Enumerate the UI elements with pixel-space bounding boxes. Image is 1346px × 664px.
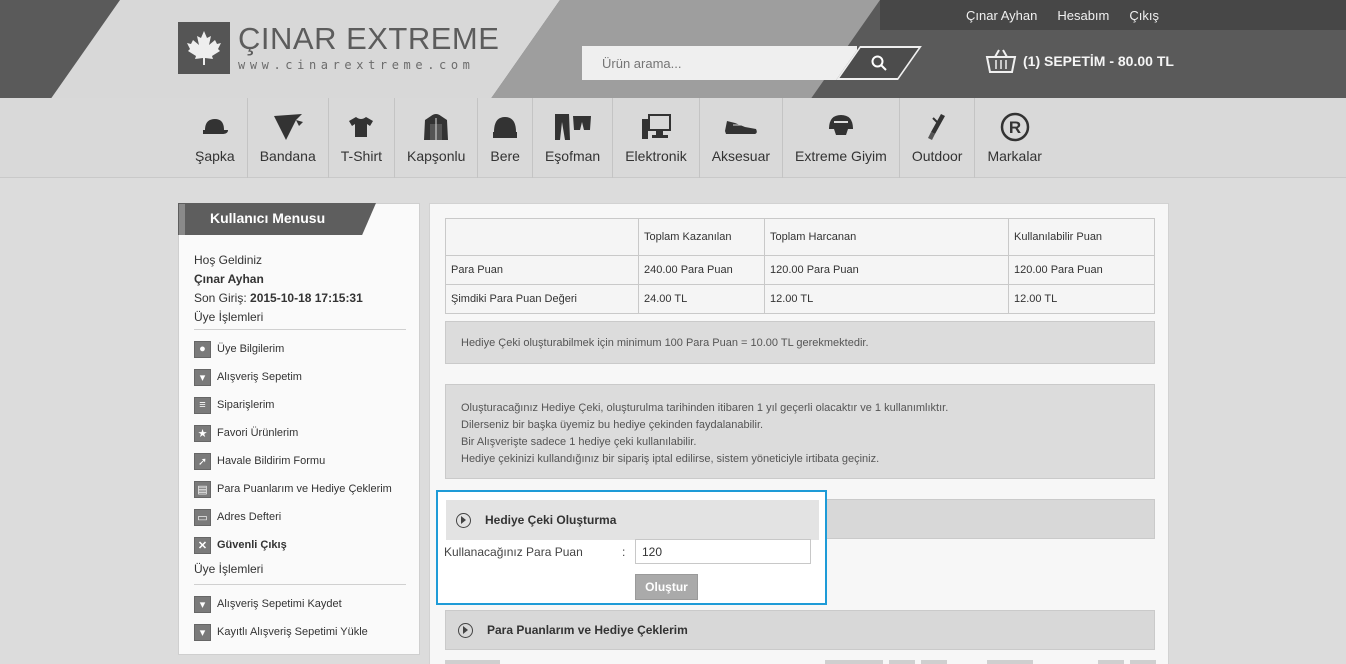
cart-label: (1) SEPETİM - 80.00 TL (1023, 53, 1174, 69)
bandana-icon (272, 110, 304, 144)
table-cell: 120.00 Para Puan (764, 255, 1009, 285)
points-section-header[interactable]: Para Puanlarım ve Hediye Çeklerim (445, 610, 1155, 650)
menu-item-sepet-kaydet[interactable]: ▾ Alışveriş Sepetimi Kaydet (194, 590, 368, 618)
category-bandana[interactable]: Bandana (248, 98, 329, 178)
points-table: Toplam Kazanılan Toplam Harcanan Kullanı… (445, 218, 1155, 314)
minimum-info-box: Hediye Çeki oluşturabilmek için minimum … (445, 321, 1155, 364)
menu-item-adres-defteri[interactable]: ▭ Adres Defteri (194, 503, 392, 531)
tracksuit-icon (553, 110, 593, 144)
category-tshirt[interactable]: T-Shirt (329, 98, 395, 178)
user-icon: ● (194, 340, 211, 358)
maple-leaf-icon (178, 22, 230, 74)
brand-subtitle: www.cinarextreme.com (238, 58, 475, 72)
user-menu-list-2: ▾ Alışveriş Sepetimi Kaydet ▾ Kayıtlı Alış… (194, 590, 368, 646)
category-elektronik[interactable]: Elektronik (613, 98, 700, 178)
header: ÇINAR EXTREME www.cinarextreme.com Çınar… (0, 0, 1346, 98)
search-bar (582, 46, 922, 80)
menu-item-uye-bilgilerim[interactable]: ● Üye Bilgilerim (194, 335, 392, 363)
table-cell: 12.00 TL (1008, 284, 1155, 314)
section-heading-2: Üye İşlemleri (194, 562, 264, 576)
create-voucher-button[interactable]: Oluştur (635, 574, 698, 600)
last-login-value: 2015-10-18 17:15:31 (250, 291, 363, 305)
close-icon: ✕ (194, 536, 211, 554)
registered-icon: R (1000, 110, 1030, 144)
basket-load-icon: ▾ (194, 623, 211, 641)
gift-voucher-form: Hediye Çeki Oluşturma Kullanacağınız Par… (436, 490, 827, 605)
last-login-label: Son Giriş: (194, 291, 247, 305)
table-header (445, 218, 639, 256)
hoodie-icon (422, 110, 450, 144)
menu-item-guvenli-cikis[interactable]: ✕ Güvenli Çıkış (194, 531, 392, 559)
category-markalar[interactable]: R Markalar (975, 98, 1053, 178)
search-icon (871, 55, 887, 71)
user-menu: Kullanıcı Menusu Hoş Geldiniz Çınar Ayha… (178, 203, 420, 655)
section-heading: Üye İşlemleri (194, 310, 264, 324)
tshirt-icon (347, 110, 375, 144)
address-book-icon: ▭ (194, 508, 211, 526)
table-cell: Şimdiki Para Puan Değeri (445, 284, 639, 314)
category-outdoor[interactable]: Outdoor (900, 98, 976, 178)
expand-icon (458, 622, 473, 638)
category-bere[interactable]: Bere (478, 98, 533, 178)
menu-item-sepet-yukle[interactable]: ▾ Kayıtlı Alışveriş Sepetimi Yükle (194, 618, 368, 646)
basket-icon (985, 49, 1017, 73)
user-menu-title: Kullanıcı Menusu (178, 203, 376, 235)
search-input[interactable] (582, 46, 857, 80)
basket-save-icon: ▾ (194, 595, 211, 613)
computer-icon (640, 110, 672, 144)
gift-form-header[interactable]: Hediye Çeki Oluşturma (446, 500, 819, 540)
table-row: Para Puan 240.00 Para Puan 120.00 Para P… (445, 255, 1155, 285)
table-header: Toplam Kazanılan (638, 218, 765, 256)
beanie-icon (491, 110, 519, 144)
svg-text:R: R (1009, 118, 1021, 137)
gift-info-box: Oluşturacağınız Hediye Çeki, oluşturulma… (445, 384, 1155, 479)
table-header-row: Toplam Kazanılan Toplam Harcanan Kullanı… (445, 218, 1155, 256)
menu-item-siparislerim[interactable]: ≡ Siparişlerim (194, 391, 392, 419)
cap-icon (200, 110, 230, 144)
menu-item-havale-bildirim[interactable]: ➚ Havale Bildirim Formu (194, 447, 392, 475)
shoe-icon (723, 110, 759, 144)
table-cell: 240.00 Para Puan (638, 255, 765, 285)
menu-item-favori-urunlerim[interactable]: ★ Favori Ürünlerim (194, 419, 392, 447)
category-sapka[interactable]: Şapka (183, 98, 248, 178)
points-input[interactable] (635, 539, 811, 564)
points-field-label: Kullanacağınız Para Puan (444, 545, 583, 559)
user-info: Hoş Geldiniz Çınar Ayhan Son Giriş: 2015… (194, 251, 363, 327)
category-aksesuar[interactable]: Aksesuar (700, 98, 784, 178)
user-link[interactable]: Çınar Ayhan (966, 8, 1037, 23)
account-link[interactable]: Hesabım (1057, 8, 1109, 23)
brand-title: ÇINAR EXTREME (238, 21, 500, 56)
user-name: Çınar Ayhan (194, 272, 264, 286)
arrow-icon: ➚ (194, 452, 211, 470)
menu-item-alisveris-sepetim[interactable]: ▾ Alışveriş Sepetim (194, 363, 392, 391)
knife-icon (925, 110, 949, 144)
table-cell: 24.00 TL (638, 284, 765, 314)
top-links: Çınar Ayhan Hesabım Çıkış (966, 8, 1159, 23)
table-cell: 120.00 Para Puan (1008, 255, 1155, 285)
coins-icon: ▤ (194, 480, 211, 498)
table-cell: 12.00 TL (764, 284, 1009, 314)
helmet-icon (826, 110, 856, 144)
document-icon: ≡ (194, 396, 211, 414)
menu-item-para-puanlarim[interactable]: ▤ Para Puanlarım ve Hediye Çeklerim (194, 475, 392, 503)
table-header: Toplam Harcanan (764, 218, 1009, 256)
welcome-text: Hoş Geldiniz (194, 253, 263, 267)
cart-button[interactable]: (1) SEPETİM - 80.00 TL (985, 48, 1174, 74)
category-extreme-giyim[interactable]: Extreme Giyim (783, 98, 900, 178)
category-esofman[interactable]: Eşofman (533, 98, 614, 178)
user-menu-list: ● Üye Bilgilerim ▾ Alışveriş Sepetim ≡ Sipa… (194, 335, 392, 559)
expand-icon (456, 512, 471, 528)
table-cell: Para Puan (445, 255, 639, 285)
category-nav: Şapka Bandana T-Shirt Kapşonlu Bere Eşof… (0, 98, 1346, 178)
logo[interactable]: ÇINAR EXTREME www.cinarextreme.com (178, 22, 499, 74)
category-kapsonlu[interactable]: Kapşonlu (395, 98, 479, 178)
basket-icon: ▾ (194, 368, 211, 386)
logout-link[interactable]: Çıkış (1129, 8, 1159, 23)
table-row: Şimdiki Para Puan Değeri 24.00 TL 12.00 … (445, 284, 1155, 314)
table-header: Kullanılabilir Puan (1008, 218, 1155, 256)
star-icon: ★ (194, 424, 211, 442)
